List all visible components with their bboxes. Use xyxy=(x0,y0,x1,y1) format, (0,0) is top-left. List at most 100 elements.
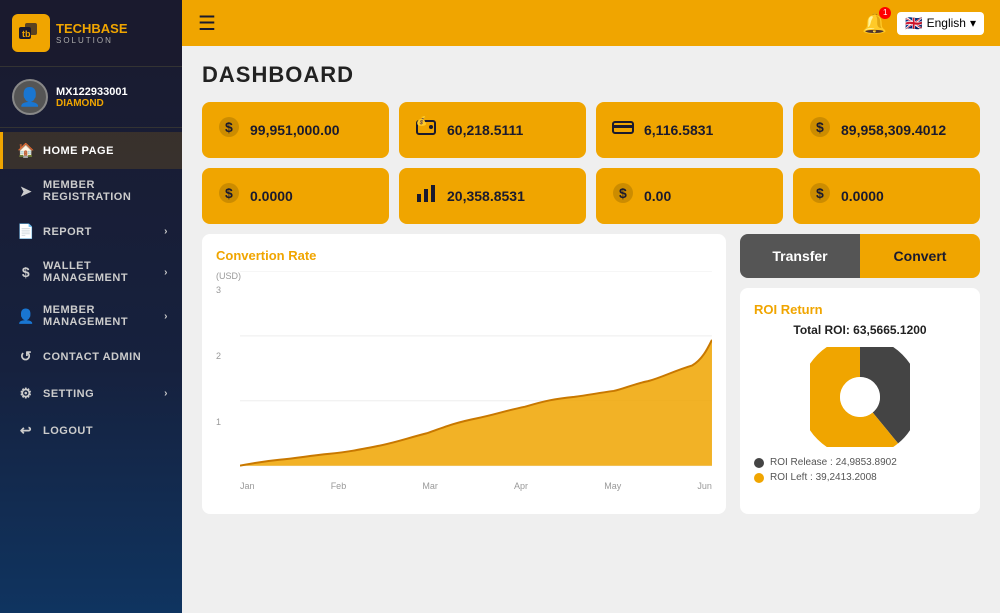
stat-icon-5 xyxy=(415,182,437,210)
nav-icon-2: 📄 xyxy=(17,223,35,240)
stat-icon-0: $ xyxy=(218,116,240,144)
stat-value-5: 20,358.8531 xyxy=(447,188,525,204)
notification-badge: 1 xyxy=(879,7,891,19)
nav-label-2: REPORT xyxy=(43,226,164,238)
svg-text:$: $ xyxy=(619,185,627,201)
sidebar: tb TECHBASE SOLUTION 👤 MX122933001 DIAMO… xyxy=(0,0,182,613)
sidebar-item-contact-admin[interactable]: ↺ CONTACT ADMIN xyxy=(0,338,182,375)
legend-left: ROI Left : 39,2413.2008 xyxy=(754,472,966,483)
pie-chart xyxy=(810,347,910,447)
x-label-jan: Jan xyxy=(240,481,255,491)
nav-arrow-2: › xyxy=(164,226,168,237)
pie-legend: ROI Release : 24,9853.8902 ROI Left : 39… xyxy=(754,457,966,483)
sidebar-nav: 🏠 HOME PAGE ➤ MEMBER REGISTRATION 📄 REPO… xyxy=(0,128,182,613)
chart-svg xyxy=(240,271,712,468)
nav-icon-5: ↺ xyxy=(17,348,35,365)
roi-total: Total ROI: 63,5665.1200 xyxy=(754,323,966,337)
hamburger-icon[interactable]: ☰ xyxy=(198,11,216,36)
legend-release: ROI Release : 24,9853.8902 xyxy=(754,457,966,468)
legend-release-label: ROI Release : 24,9853.8902 xyxy=(770,457,897,468)
stat-card-0: $ 99,951,000.00 xyxy=(202,102,389,158)
logo-sub: SOLUTION xyxy=(56,36,128,45)
sidebar-item-wallet-management[interactable]: $ WALLET MANAGEMENT › xyxy=(0,250,182,294)
x-labels: Jan Feb Mar Apr May Jun xyxy=(240,481,712,491)
stat-card-4: $ 0.0000 xyxy=(202,168,389,224)
nav-icon-7: ↩ xyxy=(17,422,35,439)
lang-label: English xyxy=(927,16,966,30)
y-label-1: 1 xyxy=(216,417,221,427)
avatar: 👤 xyxy=(12,79,48,115)
stat-card-7: $ 0.0000 xyxy=(793,168,980,224)
stats-grid-row2: $ 0.0000 20,358.8531 $ 0.00 $ 0.0000 xyxy=(202,168,980,224)
stat-icon-4: $ xyxy=(218,182,240,210)
legend-left-dot xyxy=(754,473,764,483)
x-label-jun: Jun xyxy=(697,481,712,491)
stat-value-7: 0.0000 xyxy=(841,188,884,204)
user-id: MX122933001 xyxy=(56,86,128,98)
svg-text:💰: 💰 xyxy=(416,116,427,127)
roi-card: ROI Return Total ROI: 63,5665.1200 xyxy=(740,288,980,514)
sidebar-item-setting[interactable]: ⚙ SETTING › xyxy=(0,375,182,412)
nav-icon-4: 👤 xyxy=(17,308,35,325)
x-label-feb: Feb xyxy=(331,481,347,491)
sidebar-item-member-management[interactable]: 👤 MEMBER MANAGEMENT › xyxy=(0,294,182,338)
chevron-down-icon: ▾ xyxy=(970,16,976,30)
logo-name: TECHBASE xyxy=(56,21,128,37)
sidebar-item-member-registration[interactable]: ➤ MEMBER REGISTRATION xyxy=(0,169,182,213)
y-axis-label: (USD) xyxy=(216,271,241,281)
x-label-may: May xyxy=(604,481,621,491)
nav-label-6: SETTING xyxy=(43,388,164,400)
stat-card-6: $ 0.00 xyxy=(596,168,783,224)
y-label-3: 3 xyxy=(216,285,221,295)
svg-text:$: $ xyxy=(816,119,824,135)
convert-button[interactable]: Convert xyxy=(860,234,980,278)
nav-arrow-6: › xyxy=(164,388,168,399)
svg-text:$: $ xyxy=(225,119,233,135)
chart-area: (USD) 3 2 1 xyxy=(216,271,712,491)
legend-left-label: ROI Left : 39,2413.2008 xyxy=(770,472,877,483)
nav-icon-6: ⚙ xyxy=(17,385,35,402)
flag-icon: 🇬🇧 xyxy=(905,15,922,32)
x-label-apr: Apr xyxy=(514,481,528,491)
stat-value-3: 89,958,309.4012 xyxy=(841,122,946,138)
sidebar-item-report[interactable]: 📄 REPORT › xyxy=(0,213,182,250)
stat-icon-1: 💰 xyxy=(415,116,437,144)
nav-arrow-4: › xyxy=(164,311,168,322)
svg-text:$: $ xyxy=(225,185,233,201)
nav-icon-0: 🏠 xyxy=(17,142,35,159)
lower-section: Convertion Rate (USD) 3 2 1 xyxy=(202,234,980,514)
topbar-right: 🔔 1 🇬🇧 English ▾ xyxy=(862,11,984,36)
legend-release-dot xyxy=(754,458,764,468)
user-rank: DIAMOND xyxy=(56,98,128,109)
nav-label-1: MEMBER REGISTRATION xyxy=(43,179,168,203)
nav-arrow-3: › xyxy=(164,267,168,278)
main-content: ☰ 🔔 1 🇬🇧 English ▾ DASHBOARD $ 99,951,00… xyxy=(182,0,1000,613)
svg-text:$: $ xyxy=(816,185,824,201)
nav-label-4: MEMBER MANAGEMENT xyxy=(43,304,164,328)
stat-card-3: $ 89,958,309.4012 xyxy=(793,102,980,158)
stat-value-6: 0.00 xyxy=(644,188,671,204)
nav-label-3: WALLET MANAGEMENT xyxy=(43,260,164,284)
sidebar-logo: tb TECHBASE SOLUTION xyxy=(0,0,182,67)
stat-icon-7: $ xyxy=(809,182,831,210)
sidebar-item-logout[interactable]: ↩ LOGOUT xyxy=(0,412,182,449)
language-selector[interactable]: 🇬🇧 English ▾ xyxy=(897,12,984,35)
transfer-button[interactable]: Transfer xyxy=(740,234,860,278)
chart-card: Convertion Rate (USD) 3 2 1 xyxy=(202,234,726,514)
sidebar-item-home-page[interactable]: 🏠 HOME PAGE xyxy=(0,132,182,169)
stats-grid-row1: $ 99,951,000.00 💰 60,218.5111 6,116.5831… xyxy=(202,102,980,158)
stat-value-0: 99,951,000.00 xyxy=(250,122,340,138)
stat-card-5: 20,358.8531 xyxy=(399,168,586,224)
content-area: DASHBOARD $ 99,951,000.00 💰 60,218.5111 … xyxy=(182,46,1000,613)
pie-chart-container xyxy=(754,347,966,447)
sidebar-user: 👤 MX122933001 DIAMOND xyxy=(0,67,182,128)
nav-label-0: HOME PAGE xyxy=(43,145,168,157)
nav-icon-1: ➤ xyxy=(17,183,35,200)
y-label-2: 2 xyxy=(216,351,221,361)
stat-value-4: 0.0000 xyxy=(250,188,293,204)
stat-card-2: 6,116.5831 xyxy=(596,102,783,158)
notification-wrapper: 🔔 1 xyxy=(862,11,887,36)
logo-icon: tb xyxy=(12,14,50,52)
nav-label-7: LOGOUT xyxy=(43,425,168,437)
nav-label-5: CONTACT ADMIN xyxy=(43,351,168,363)
